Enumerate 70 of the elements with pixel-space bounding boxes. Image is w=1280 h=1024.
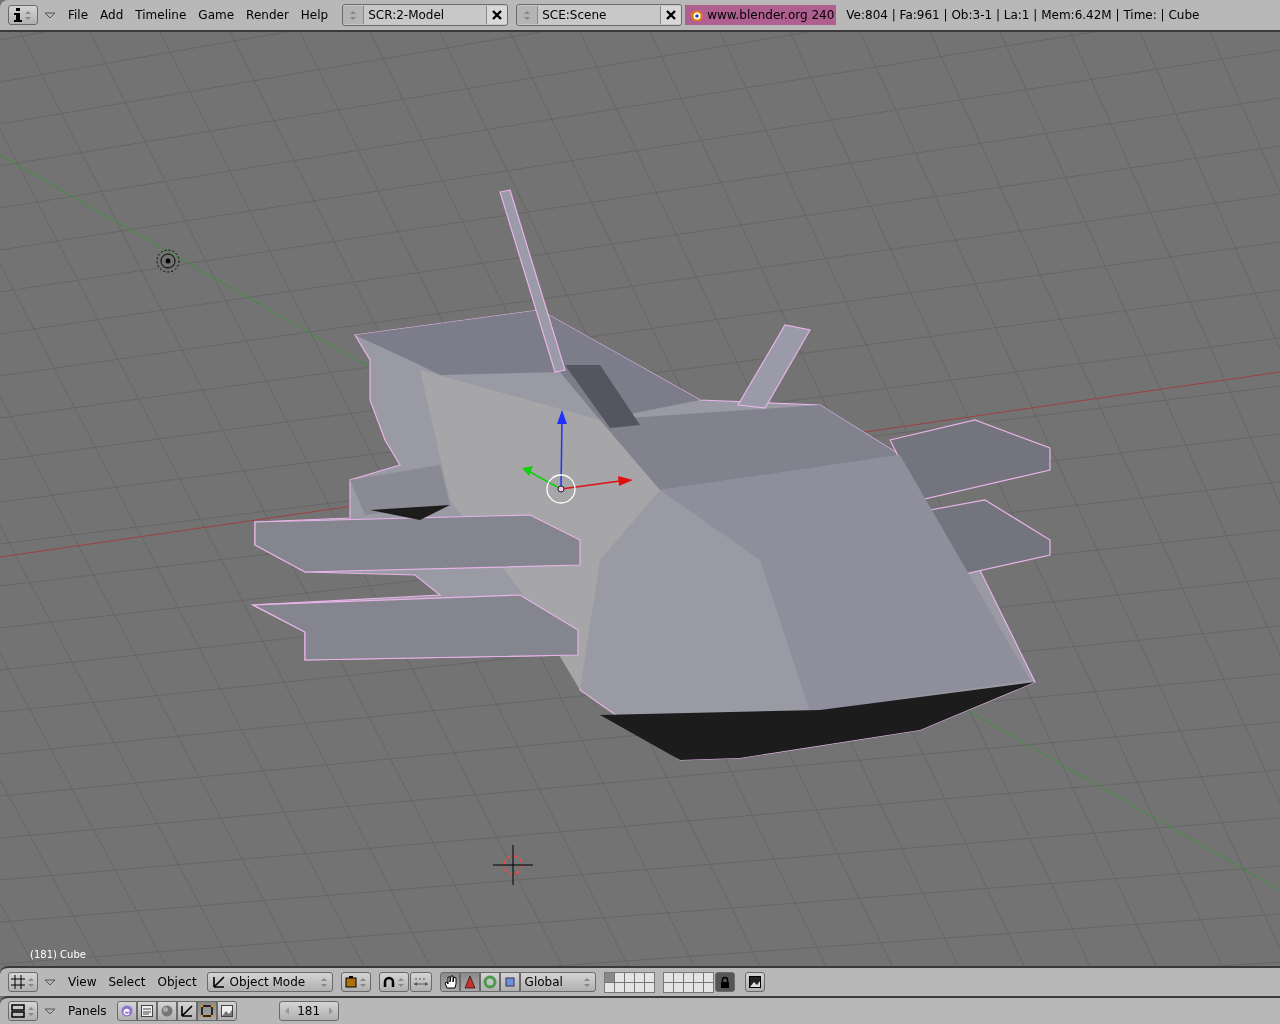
rotate-button[interactable]	[479, 972, 500, 992]
menu-item[interactable]: Panels	[62, 1004, 113, 1018]
collapse-triangle-icon[interactable]	[44, 10, 56, 20]
context-button[interactable]	[136, 1001, 157, 1021]
padlock-icon	[719, 976, 730, 988]
close-icon[interactable]	[666, 10, 677, 20]
square-icon	[199, 1004, 214, 1018]
up-down-icon	[319, 976, 328, 988]
scene-stats: Ve:804 | Fa:961 | Ob:3-1 | La:1 | Mem:6.42M | Time: | Cube	[846, 8, 1200, 22]
version-text: www.blender.org 240	[707, 8, 835, 22]
magnet-icon	[382, 976, 395, 988]
manipulator-toggle[interactable]	[439, 972, 460, 992]
context-button[interactable]	[176, 1001, 197, 1021]
grid-icon	[11, 975, 25, 989]
up-down-icon	[358, 976, 367, 988]
menu-item[interactable]: Help	[294, 8, 335, 22]
document-icon	[139, 1004, 154, 1018]
axes-icon	[179, 1004, 194, 1018]
screen-selector[interactable]: SCR:2-Model	[342, 4, 509, 26]
square-icon	[502, 975, 517, 989]
menu-item[interactable]: Render	[240, 8, 295, 22]
sphere-icon	[159, 1004, 174, 1018]
up-down-icon	[27, 976, 35, 988]
menu-item[interactable]: View	[62, 975, 103, 989]
transform-manipulator-icon[interactable]	[522, 410, 633, 504]
pivot-dropdown[interactable]	[378, 972, 409, 992]
picture-icon	[219, 1004, 234, 1018]
up-down-icon	[582, 976, 591, 988]
logic-icon	[119, 1004, 134, 1018]
3d-cursor-icon	[492, 844, 534, 886]
draw-type-dropdown[interactable]	[340, 972, 371, 992]
close-icon[interactable]	[492, 10, 503, 20]
editor-type-button[interactable]	[8, 5, 38, 25]
editor-type-button[interactable]	[8, 1001, 38, 1021]
dots-arrow-icon	[412, 976, 429, 988]
picture-icon	[748, 976, 761, 988]
object-info-label: (181) Cube	[30, 949, 86, 960]
layer-buttons[interactable]	[662, 971, 714, 993]
up-down-icon	[396, 976, 405, 988]
layer-buttons[interactable]	[603, 971, 655, 993]
panels-icon	[11, 1004, 25, 1018]
menu-item[interactable]: Object	[151, 975, 203, 989]
scene-selector[interactable]: SCE:Scene	[516, 4, 683, 26]
orientation-dropdown[interactable]: Global	[519, 972, 596, 992]
up-down-icon	[27, 1005, 35, 1017]
triangle-icon	[462, 975, 477, 989]
cube-icon	[344, 976, 357, 988]
menu-item[interactable]: Select	[102, 975, 152, 989]
translate-button[interactable]	[459, 972, 480, 992]
menu-item[interactable]: File	[62, 8, 95, 22]
lamp-icon	[156, 249, 180, 273]
axes-icon	[211, 975, 226, 989]
logo-icon	[689, 9, 704, 21]
scale-button[interactable]	[499, 972, 520, 992]
mode-dropdown[interactable]: Object Mode	[206, 972, 333, 992]
up-down-icon	[24, 9, 32, 21]
render-button[interactable]	[744, 972, 765, 992]
info-icon	[14, 8, 22, 22]
context-button[interactable]	[196, 1001, 217, 1021]
ring-icon	[482, 975, 497, 989]
collapse-triangle-icon[interactable]	[44, 977, 56, 987]
align-button[interactable]	[409, 972, 432, 992]
lock-button[interactable]	[714, 972, 735, 992]
collapse-triangle-icon[interactable]	[44, 1006, 56, 1016]
menu-item[interactable]: Timeline	[129, 8, 193, 22]
menu-item[interactable]: Add	[94, 8, 130, 22]
context-button[interactable]	[216, 1001, 237, 1021]
editor-type-button[interactable]	[8, 972, 38, 992]
menu-item[interactable]: Game	[192, 8, 241, 22]
hand-icon	[442, 975, 457, 989]
